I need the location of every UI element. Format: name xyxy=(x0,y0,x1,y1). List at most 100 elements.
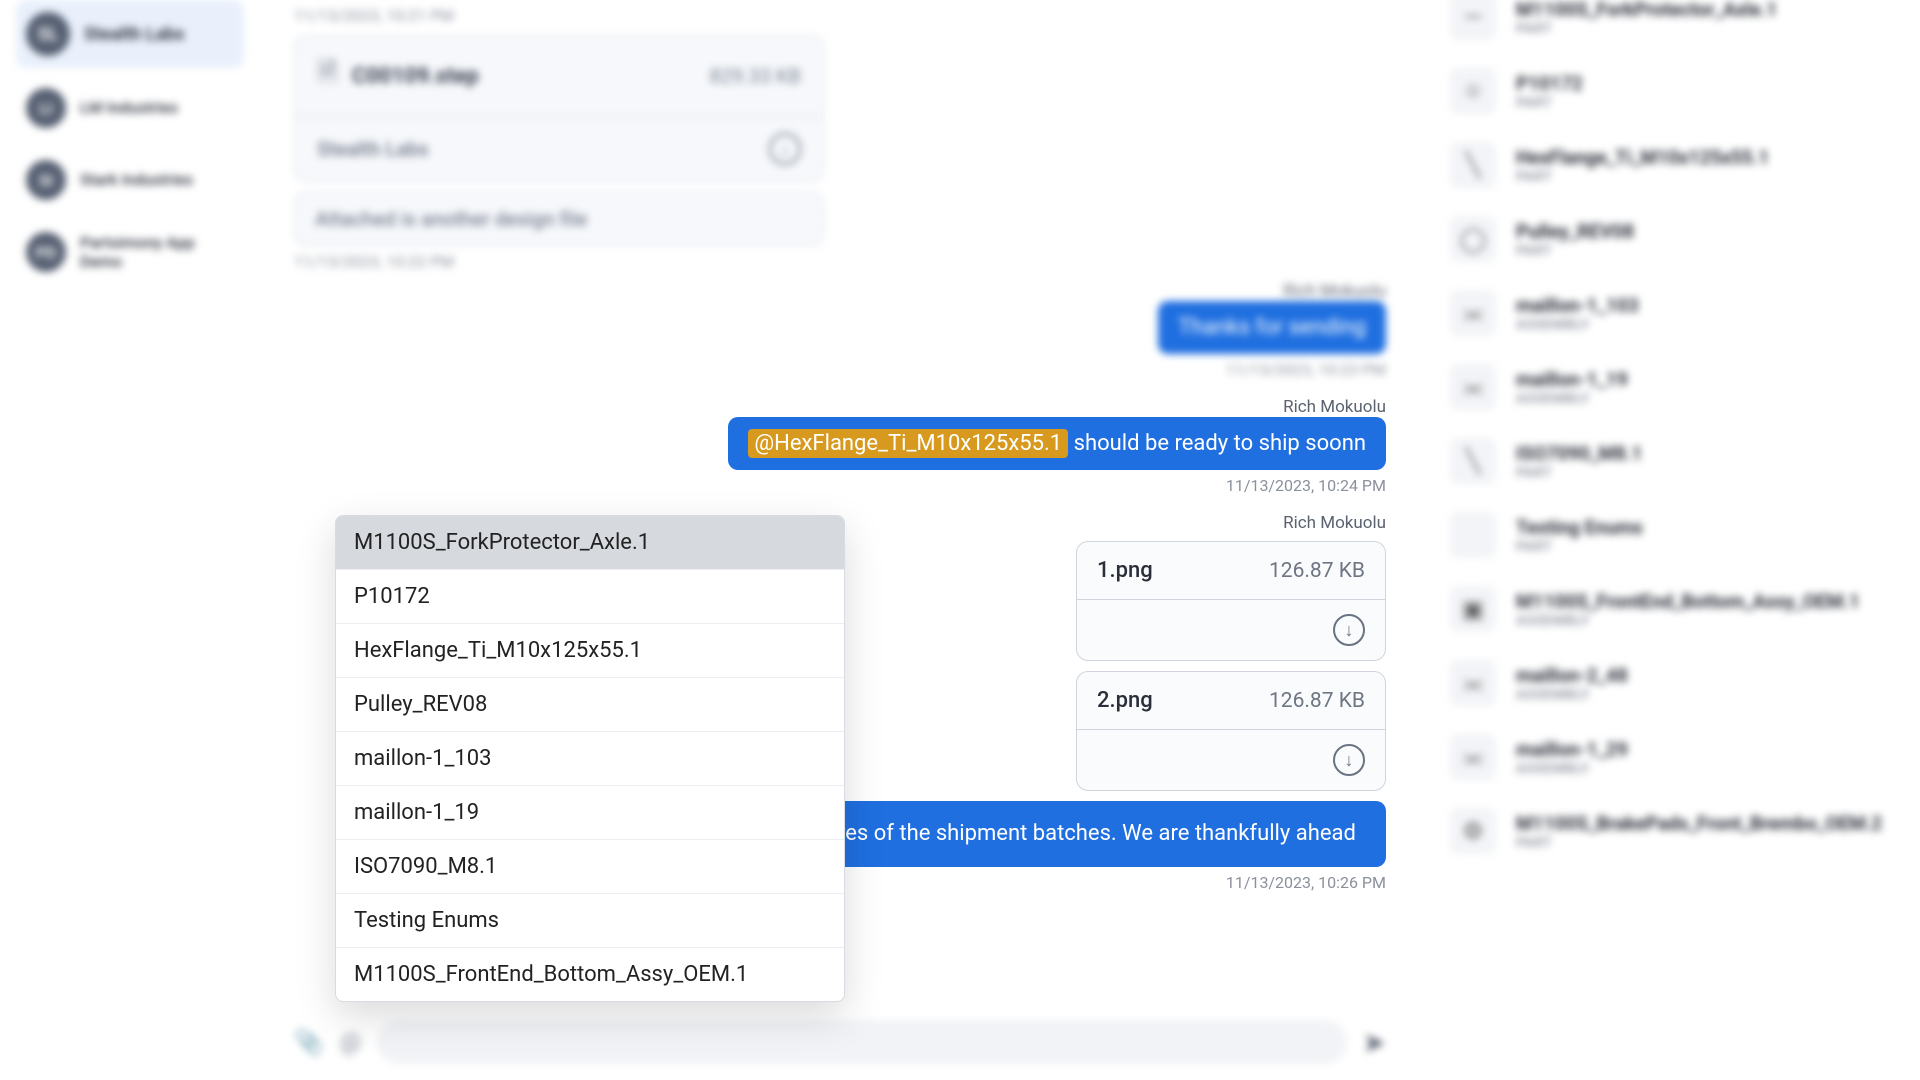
part-row[interactable]: Testing Enums PART xyxy=(1440,498,1900,572)
part-name: M1100S_FrontEnd_Bottom_Assy_OEM.1 xyxy=(1516,590,1860,613)
part-icon: ╲ xyxy=(1450,142,1496,188)
part-name: maillon-1_103 xyxy=(1516,294,1639,317)
message-sender: Rich Mokuolu xyxy=(1283,281,1386,301)
send-icon[interactable]: ➤ xyxy=(1363,1026,1386,1059)
part-name: maillon-2_48 xyxy=(1516,664,1628,687)
file-attachment-card[interactable]: 🗎 C00109.step 829.33 KB Stealth Labs ↓ xyxy=(294,35,824,182)
sidebar-item[interactable]: PD Partsimony App Demo xyxy=(16,220,244,284)
avatar: SL xyxy=(26,12,70,56)
mention-chip[interactable]: @HexFlange_Ti_M10x125x55.1 xyxy=(748,429,1068,458)
part-name: Pulley_REV08 xyxy=(1516,220,1634,243)
message-timestamp: 11/13/2023, 10:21 PM xyxy=(294,6,1386,25)
mention-option[interactable]: maillon-1_19 xyxy=(336,786,844,840)
sidebar-item[interactable]: SI Stark Industries xyxy=(16,148,244,212)
message-timestamp: 11/13/2023, 10:22 PM xyxy=(294,252,1386,271)
part-icon: — xyxy=(1450,0,1496,40)
part-row[interactable]: ⫘ maillon-2_48 ASSEMBLY xyxy=(1440,646,1900,720)
message-bubble-outgoing: res of the shipment batches. We are than… xyxy=(816,801,1386,867)
part-type: PART xyxy=(1516,243,1634,259)
mention-autocomplete-menu[interactable]: M1100S_ForkProtector_Axle.1 P10172 HexFl… xyxy=(335,515,845,1002)
message-text-partial: res of the shipment batches. We are than… xyxy=(838,821,1356,846)
part-icon: ╲ xyxy=(1450,438,1496,484)
message-bubble-outgoing: Thanks for sending xyxy=(1158,301,1386,354)
mention-option[interactable]: HexFlange_Ti_M10x125x55.1 xyxy=(336,624,844,678)
part-type: PART xyxy=(1516,835,1882,851)
part-icon: ⫘ xyxy=(1450,734,1496,780)
file-size: 829.33 KB xyxy=(710,64,801,88)
part-row[interactable]: ⚙ M1100S_BrakePads_Front_Brembo_OEM.2 PA… xyxy=(1440,794,1900,868)
file-name-partial: 2.png xyxy=(1097,688,1153,713)
mention-option[interactable]: Testing Enums xyxy=(336,894,844,948)
part-name: ISO7090_M8.1 xyxy=(1516,442,1642,465)
message-composer: 📎 @ ➤ xyxy=(270,1014,1410,1070)
avatar: SI xyxy=(26,160,66,200)
part-type: ASSEMBLY xyxy=(1516,613,1860,629)
part-name: HexFlange_Ti_M10x125x55.1 xyxy=(1516,146,1769,169)
message-input[interactable] xyxy=(377,1020,1346,1064)
avatar: LI xyxy=(26,88,66,128)
part-row[interactable]: — M1100S_ForkProtector_Axle.1 PART xyxy=(1440,0,1900,54)
sidebar-item[interactable]: SL Stealth Labs xyxy=(16,0,244,68)
message-timestamp: 11/13/2023, 10:23 PM xyxy=(1226,360,1386,379)
conversations-sidebar: SL Stealth Labs LI LM Industries SI Star… xyxy=(0,0,260,1080)
part-row[interactable]: ▣ M1100S_FrontEnd_Bottom_Assy_OEM.1 ASSE… xyxy=(1440,572,1900,646)
part-icon: ⫘ xyxy=(1450,364,1496,410)
mention-icon[interactable]: @ xyxy=(340,1028,362,1056)
sidebar-item[interactable]: LI LM Industries xyxy=(16,76,244,140)
part-row[interactable]: ⫘ maillon-1_103 ASSEMBLY xyxy=(1440,276,1900,350)
mention-option[interactable]: Pulley_REV08 xyxy=(336,678,844,732)
download-icon[interactable]: ↓ xyxy=(1333,614,1365,646)
file-name-partial: 1.png xyxy=(1097,558,1153,583)
part-row[interactable]: ◯ Pulley_REV08 PART xyxy=(1440,202,1900,276)
part-icon: ⌾ xyxy=(1450,68,1496,114)
mention-option[interactable]: ISO7090_M8.1 xyxy=(336,840,844,894)
part-name: M1100S_ForkProtector_Axle.1 xyxy=(1516,0,1777,21)
image-attachment-card[interactable]: 1.png 126.87 KB ↓ xyxy=(1076,541,1386,661)
part-icon: ◯ xyxy=(1450,216,1496,262)
mention-option[interactable]: maillon-1_103 xyxy=(336,732,844,786)
message-bubble-outgoing: @HexFlange_Ti_M10x125x55.1 should be rea… xyxy=(728,417,1386,470)
sidebar-item-label: Stark Industries xyxy=(80,170,193,189)
file-source: Stealth Labs xyxy=(317,137,429,161)
download-icon[interactable]: ↓ xyxy=(1333,744,1365,776)
message-timestamp: 11/13/2023, 10:24 PM xyxy=(1226,476,1386,495)
part-row[interactable]: ⫘ maillon-1_29 ASSEMBLY xyxy=(1440,720,1900,794)
part-name: maillon-1_19 xyxy=(1516,368,1628,391)
part-type: PART xyxy=(1516,539,1643,555)
part-icon: ▣ xyxy=(1450,586,1496,632)
avatar: PD xyxy=(26,232,66,272)
sidebar-item-label: LM Industries xyxy=(80,98,178,117)
part-icon: ⫘ xyxy=(1450,660,1496,706)
part-type: ASSEMBLY xyxy=(1516,761,1628,777)
part-type: PART xyxy=(1516,95,1583,111)
part-name: Testing Enums xyxy=(1516,516,1643,539)
part-name: M1100S_BrakePads_Front_Brembo_OEM.2 xyxy=(1516,812,1882,835)
attach-icon[interactable]: 📎 xyxy=(294,1028,324,1056)
mention-option[interactable]: M1100S_FrontEnd_Bottom_Assy_OEM.1 xyxy=(336,948,844,1001)
sidebar-item-label: Stealth Labs xyxy=(84,24,184,45)
part-type: PART xyxy=(1516,465,1642,481)
part-name: maillon-1_29 xyxy=(1516,738,1628,761)
part-row[interactable]: ⫘ maillon-1_19 ASSEMBLY xyxy=(1440,350,1900,424)
part-type: ASSEMBLY xyxy=(1516,317,1639,333)
image-attachment-card[interactable]: 2.png 126.87 KB ↓ xyxy=(1076,671,1386,791)
part-type: PART xyxy=(1516,21,1777,37)
part-icon: ⫘ xyxy=(1450,290,1496,336)
file-icon: 🗎 xyxy=(317,54,338,98)
file-size: 126.87 KB xyxy=(1269,689,1365,713)
sidebar-item-label: Partsimony App Demo xyxy=(80,233,234,271)
message-sender: Rich Mokuolu xyxy=(1283,397,1386,417)
message-text: should be ready to ship soonn xyxy=(1068,431,1366,456)
part-icon: ⚙ xyxy=(1450,808,1496,854)
message-bubble: Attached is another design file xyxy=(294,192,824,246)
mention-option[interactable]: M1100S_ForkProtector_Axle.1 xyxy=(336,516,844,570)
mention-option[interactable]: P10172 xyxy=(336,570,844,624)
part-row[interactable]: ⌾ P10172 PART xyxy=(1440,54,1900,128)
part-icon xyxy=(1450,512,1496,558)
part-row[interactable]: ╲ HexFlange_Ti_M10x125x55.1 PART xyxy=(1440,128,1900,202)
part-name: P10172 xyxy=(1516,72,1583,95)
download-icon[interactable]: ↓ xyxy=(769,133,801,165)
part-row[interactable]: ╲ ISO7090_M8.1 PART xyxy=(1440,424,1900,498)
parts-panel: — M1100S_ForkProtector_Axle.1 PART ⌾ P10… xyxy=(1420,0,1920,1080)
message-sender: Rich Mokuolu xyxy=(1283,513,1386,533)
